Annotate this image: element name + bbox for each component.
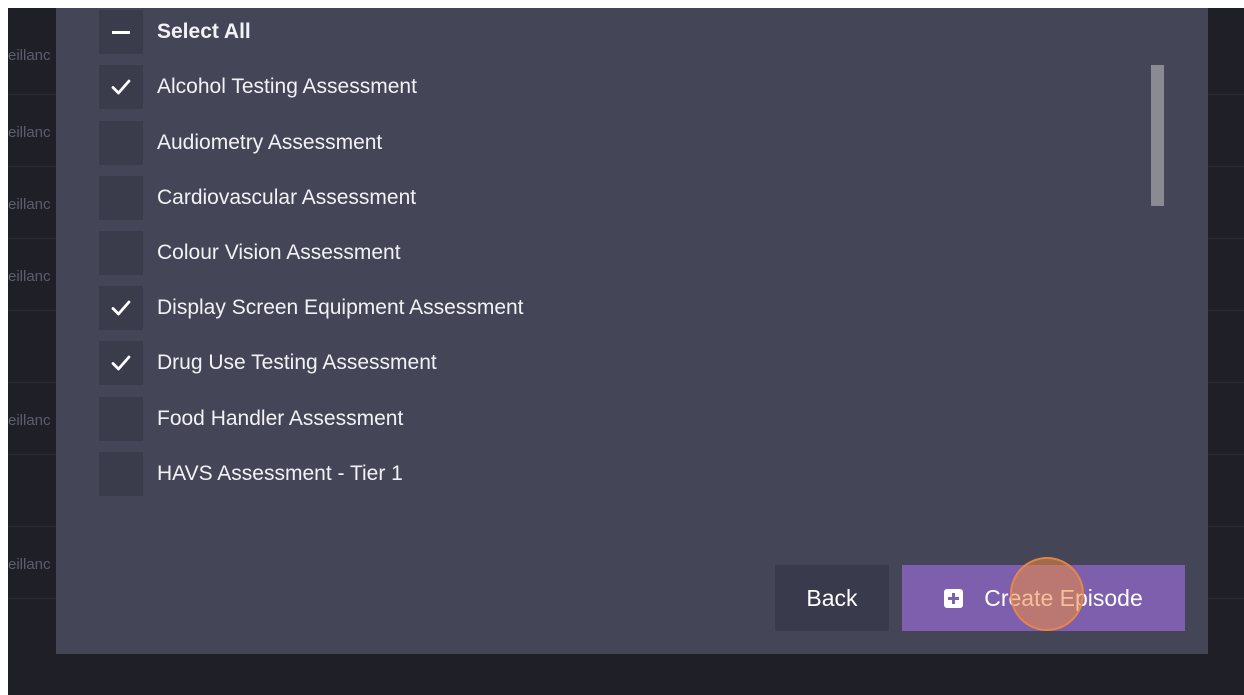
assessment-item-alcohol-testing[interactable]: Alcohol Testing Assessment xyxy=(99,65,659,109)
checkbox[interactable] xyxy=(99,341,143,385)
create-episode-button[interactable]: Create Episode xyxy=(902,565,1185,631)
back-button[interactable]: Back xyxy=(775,565,889,631)
background-row-text: eillanc xyxy=(8,268,51,285)
assessment-item-colour-vision[interactable]: Colour Vision Assessment xyxy=(99,231,659,275)
assessment-item-audiometry[interactable]: Audiometry Assessment xyxy=(99,121,659,165)
assessment-item-label: Cardiovascular Assessment xyxy=(157,186,417,209)
assessment-item-label: Audiometry Assessment xyxy=(157,131,383,154)
checkbox[interactable] xyxy=(99,121,143,165)
indeterminate-checkbox[interactable] xyxy=(99,10,143,54)
assessment-item-label: Colour Vision Assessment xyxy=(157,241,401,264)
assessment-item-drug-use-testing[interactable]: Drug Use Testing Assessment xyxy=(99,341,659,385)
checkbox[interactable] xyxy=(99,231,143,275)
checkmark-icon xyxy=(111,300,131,316)
checkbox[interactable] xyxy=(99,397,143,441)
checkbox[interactable] xyxy=(99,65,143,109)
checkmark-icon xyxy=(111,79,131,95)
assessment-item-label: HAVS Assessment - Tier 1 xyxy=(157,462,403,485)
assessment-item-havs-tier-1[interactable]: HAVS Assessment - Tier 1 xyxy=(99,452,659,496)
assessment-item-display-screen-equipment[interactable]: Display Screen Equipment Assessment xyxy=(99,286,659,330)
checkbox[interactable] xyxy=(99,452,143,496)
background-row-text: eillanc xyxy=(8,124,51,141)
assessment-item-label: Food Handler Assessment xyxy=(157,407,404,430)
assessment-item-label: Display Screen Equipment Assessment xyxy=(157,296,524,319)
create-episode-label: Create Episode xyxy=(984,584,1143,611)
select-all-checkbox[interactable]: Select All xyxy=(99,10,659,54)
list-scrollbar[interactable] xyxy=(1151,65,1164,206)
background-row-text: eillanc xyxy=(8,196,51,213)
background-row-text: eillanc xyxy=(8,47,51,64)
background-row-text: eillanc xyxy=(8,412,51,429)
minus-icon xyxy=(112,31,130,34)
assessment-item-label: Drug Use Testing Assessment xyxy=(157,351,437,374)
assessment-item-cardiovascular[interactable]: Cardiovascular Assessment xyxy=(99,176,659,220)
assessment-item-food-handler[interactable]: Food Handler Assessment xyxy=(99,397,659,441)
select-all-label: Select All xyxy=(157,20,251,43)
checkmark-icon xyxy=(111,355,131,371)
assessment-item-label: Alcohol Testing Assessment xyxy=(157,75,417,98)
background-row-text: eillanc xyxy=(8,556,51,573)
checkbox[interactable] xyxy=(99,286,143,330)
checkbox[interactable] xyxy=(99,176,143,220)
plus-square-icon xyxy=(944,588,964,608)
back-button-label: Back xyxy=(806,584,858,611)
